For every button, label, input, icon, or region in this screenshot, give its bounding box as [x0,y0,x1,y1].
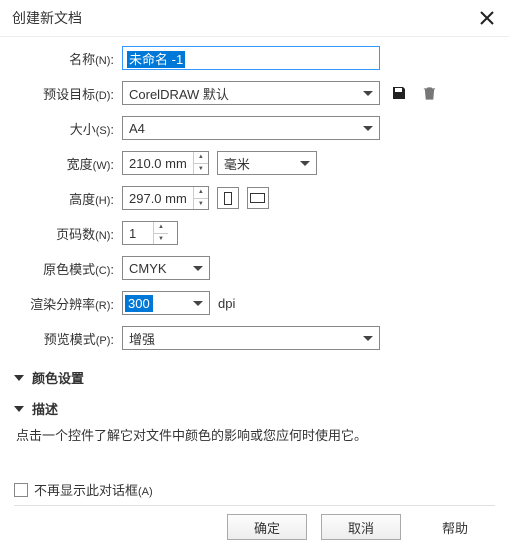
description-text: 点击一个控件了解它对文件中颜色的影响或您应何时使用它。 [0,422,509,457]
preview-label: 预览模式(P): [14,329,122,348]
pages-up[interactable]: ▲ [154,222,168,234]
pages-down[interactable]: ▼ [154,234,168,245]
orientation-landscape-button[interactable] [247,187,269,209]
colormode-label: 原色模式(C): [14,259,122,278]
portrait-icon [224,192,232,205]
preset-label: 预设目标(D): [14,84,122,103]
help-button[interactable]: 帮助 [415,514,495,540]
landscape-icon [250,193,265,203]
width-label: 宽度(W): [14,154,122,173]
pages-spinner[interactable]: 1 ▲▼ [122,221,178,245]
width-unit-combo[interactable]: 毫米 [217,151,317,175]
close-button[interactable] [475,6,499,30]
height-up[interactable]: ▲ [194,187,208,199]
height-spinner[interactable]: 297.0 mm ▲▼ [122,186,209,210]
name-label: 名称(N): [14,49,122,68]
width-up[interactable]: ▲ [194,152,208,164]
color-settings-section[interactable]: 颜色设置 [0,360,509,391]
colormode-combo[interactable]: CMYK [122,256,210,280]
dialog-title: 创建新文档 [12,8,82,28]
size-combo[interactable]: A4 [122,116,380,140]
size-label: 大小(S): [14,119,122,138]
resolution-combo[interactable]: 300 [122,291,210,315]
width-spinner[interactable]: 210.0 mm ▲▼ [122,151,209,175]
save-icon [391,85,407,101]
height-label: 高度(H): [14,189,122,208]
chevron-down-icon [14,375,24,381]
save-preset-button[interactable] [388,82,410,104]
preview-combo[interactable]: 增强 [122,326,380,350]
height-down[interactable]: ▼ [194,199,208,210]
delete-preset-button[interactable] [418,82,440,104]
resolution-label: 渲染分辨率(R): [14,294,122,313]
dont-show-checkbox[interactable] [14,483,28,497]
chevron-down-icon [14,406,24,412]
trash-icon [422,85,437,101]
close-icon [480,11,494,25]
width-down[interactable]: ▼ [194,164,208,175]
name-field[interactable]: 未命名 -1 [122,46,380,70]
pages-label: 页码数(N): [14,224,122,243]
description-section[interactable]: 描述 [0,391,509,422]
dpi-label: dpi [218,296,235,311]
cancel-button[interactable]: 取消 [321,514,401,540]
dont-show-label: 不再显示此对话框(A) [34,480,153,499]
orientation-portrait-button[interactable] [217,187,239,209]
ok-button[interactable]: 确定 [227,514,307,540]
preset-combo[interactable]: CorelDRAW 默认 [122,81,380,105]
